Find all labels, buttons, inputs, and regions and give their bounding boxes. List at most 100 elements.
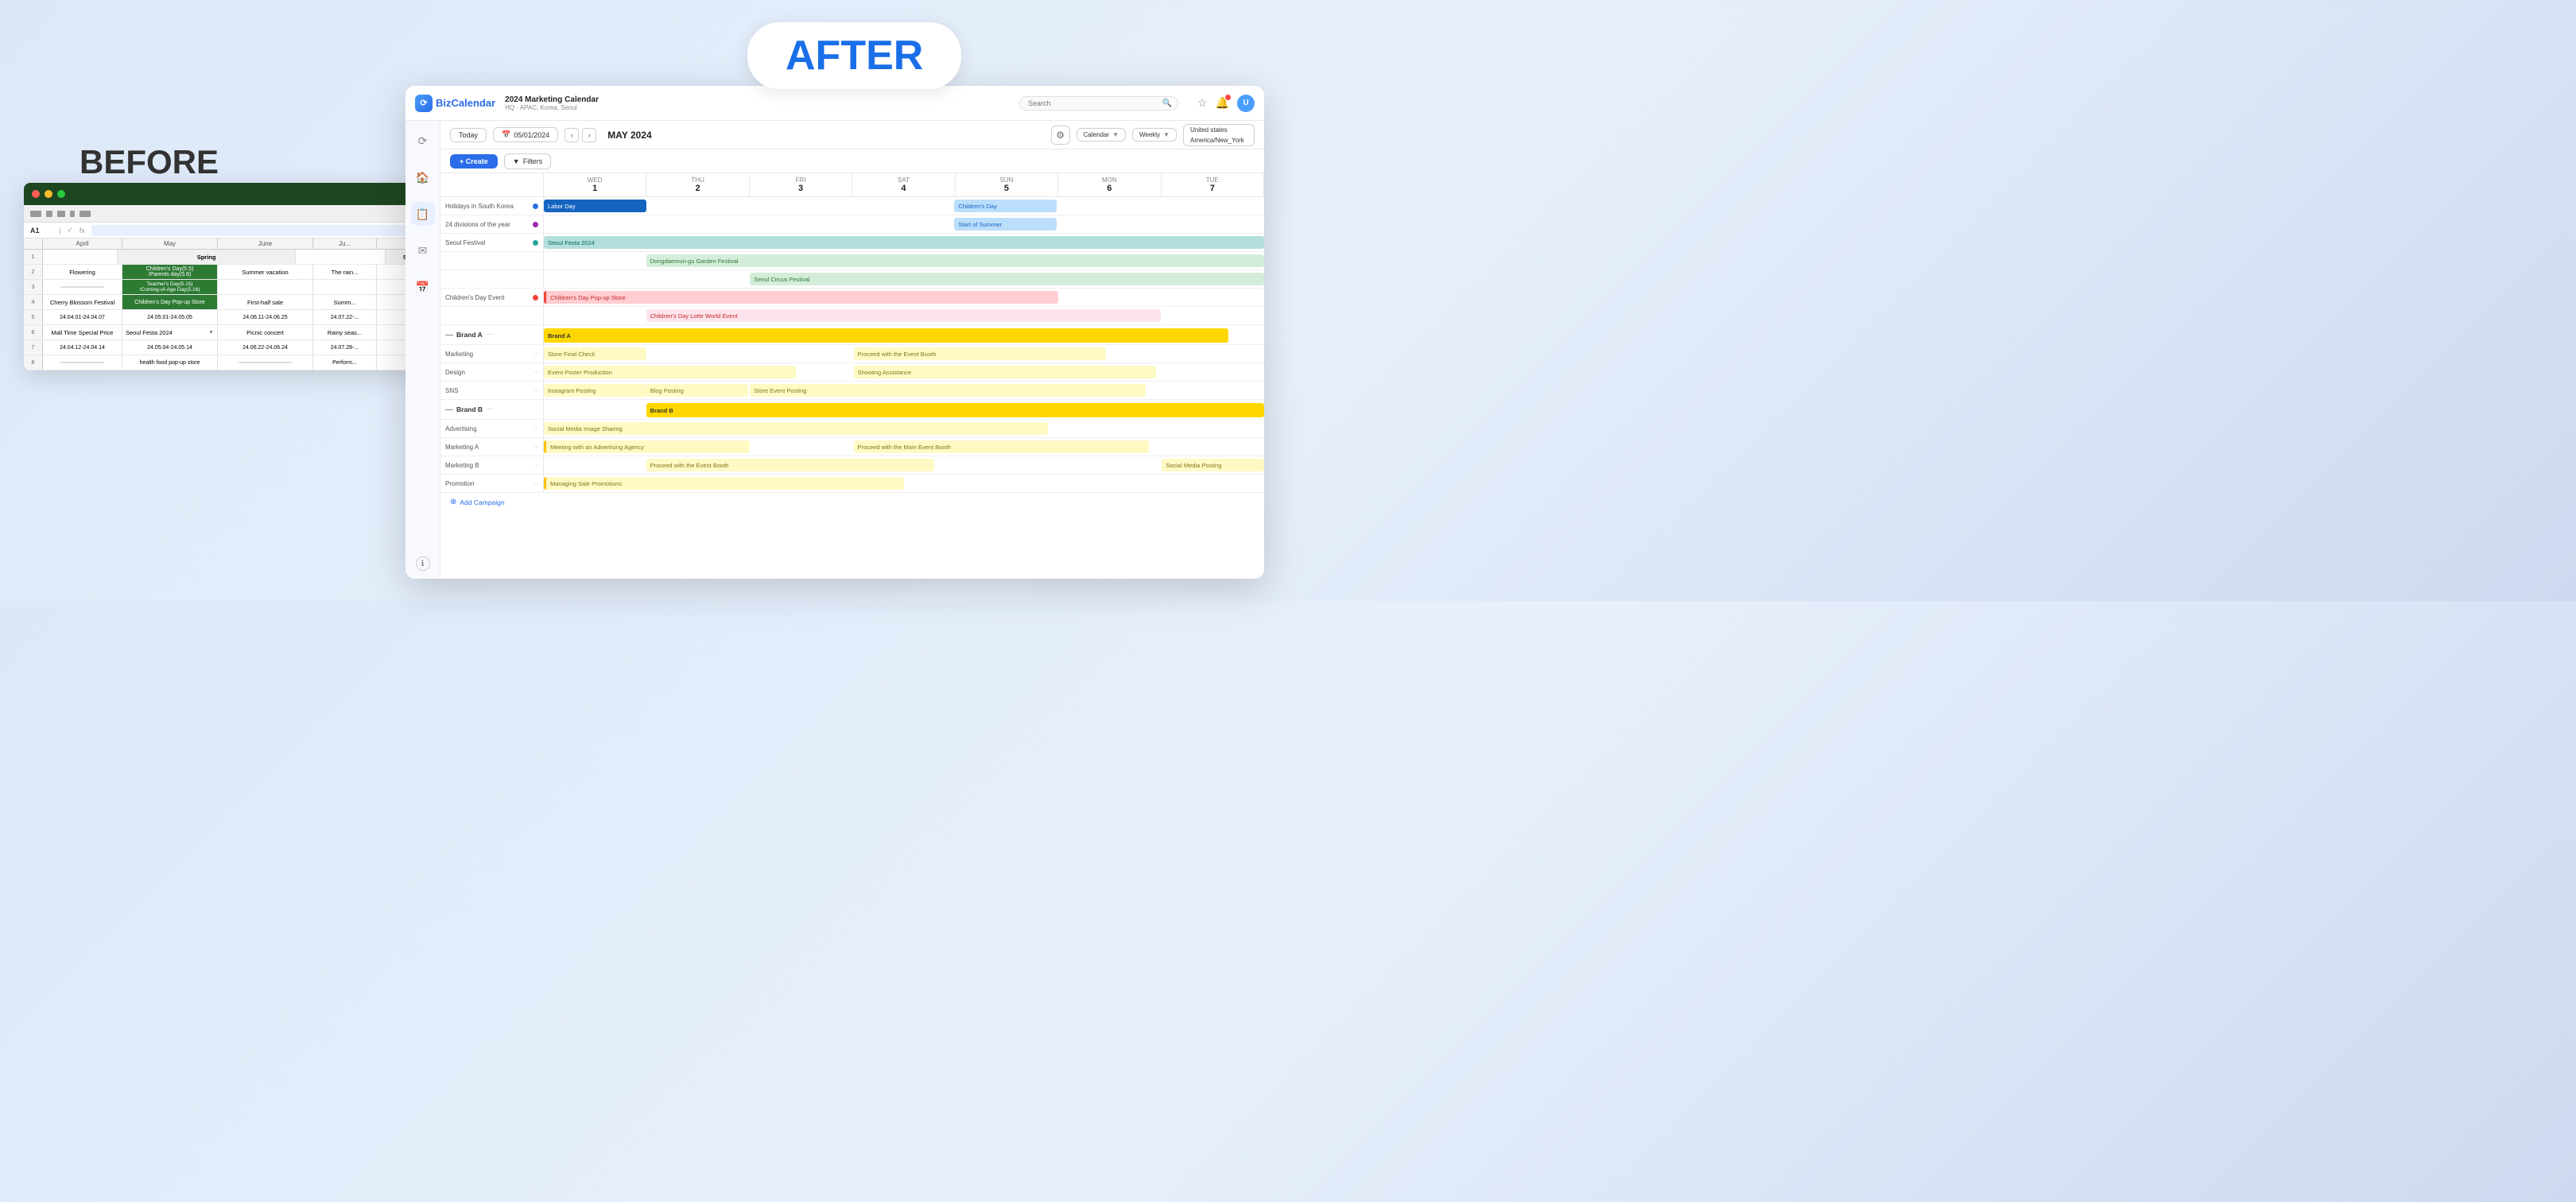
instagram-posting-event[interactable]: Instagram Posting xyxy=(544,384,646,397)
avatar[interactable]: U xyxy=(1237,95,1255,112)
cell-3a xyxy=(43,280,122,294)
info-icon[interactable]: ℹ xyxy=(416,556,430,571)
shooting-assistance-event[interactable]: Shooting Assistance xyxy=(854,366,1157,378)
app-body: ⟳ 🏠 📋 ✉ 📅 ℹ Today 📅 05/01/2024 ‹ › xyxy=(405,121,1264,579)
childrens-day-event[interactable]: Children's Day xyxy=(954,200,1057,212)
create-button[interactable]: + Create xyxy=(450,154,498,169)
brand-a-header-row: — Brand A ··· Brand A xyxy=(440,325,1264,345)
sns-label-cell: SNS ··· xyxy=(440,382,544,399)
col-header-may: May xyxy=(122,238,218,249)
day-header-wed: WED 1 xyxy=(544,173,646,196)
seoul-circus-event[interactable]: Seoul Circus Festival xyxy=(750,273,1264,285)
dongdaemun-event[interactable]: Dongdaemun-gu Garden Festival xyxy=(646,254,1264,267)
brand-b-section-label[interactable]: — Brand B ··· xyxy=(440,400,544,419)
sns-row: SNS ··· Instagram Posting Blog Posting S… xyxy=(440,382,1264,400)
labor-day-event[interactable]: Labor Day xyxy=(544,200,646,212)
advertising-row: Advertising ··· Social Media Image Shari… xyxy=(440,420,1264,438)
excel-spreadsheet: A1 | ✓ fx April May June Ju... 1 Spring … xyxy=(24,183,445,370)
proceed-event-booth-event[interactable]: Proceed with the Event Booth xyxy=(854,347,1106,360)
sidebar-icon-mail[interactable]: ✉ xyxy=(411,238,435,262)
holidays-label: Holidays in South Korea xyxy=(440,197,544,215)
childrens-popup-event[interactable]: Children's Day Pop-up Store xyxy=(544,291,1058,304)
marketing-label-cell: Marketing ··· xyxy=(440,345,544,363)
search-input[interactable] xyxy=(1019,96,1178,111)
cell-7d: 24.07.28-... xyxy=(313,340,377,355)
nav-arrows: ‹ › xyxy=(564,128,596,142)
seoul-festival-label: Seoul Festival xyxy=(440,234,544,251)
logo-icon: ⟳ xyxy=(415,95,433,112)
cell-8c xyxy=(218,355,313,370)
cell-spring: Spring xyxy=(118,250,297,264)
sidebar-icon-file[interactable]: 📋 xyxy=(411,202,435,226)
cell-8a xyxy=(43,355,122,370)
nav-next[interactable]: › xyxy=(582,128,596,142)
marketing-b-row: Marketing B ··· Proceed with the Event B… xyxy=(440,456,1264,475)
calendar-toolbar: Today 📅 05/01/2024 ‹ › MAY 2024 ⚙ Calend… xyxy=(440,121,1264,149)
brand-a-section-label[interactable]: — Brand A ··· xyxy=(440,325,544,344)
cell-4b: Children's Day Pop-up Store xyxy=(122,295,218,309)
month-title: MAY 2024 xyxy=(607,130,651,141)
col-header-april: April xyxy=(43,238,122,249)
divisions-row: 24 divisions of the year Start of Summer xyxy=(440,215,1264,234)
country-select[interactable]: United states America/New_York xyxy=(1183,124,1255,146)
star-icon[interactable]: ☆ xyxy=(1197,96,1208,110)
managing-sale-event[interactable]: Managing Sale Promotions xyxy=(544,477,904,490)
event-poster-event[interactable]: Event Poster Production xyxy=(544,366,796,378)
cell-7c: 24.06.22-24.06.24 xyxy=(218,340,313,355)
gear-button[interactable]: ⚙ xyxy=(1051,126,1070,145)
design-row: Design ··· Event Poster Production Shoot… xyxy=(440,363,1264,382)
search-area[interactable]: 🔍 xyxy=(1019,95,1178,111)
seoul-festa-event[interactable]: Seoul Festa 2024 xyxy=(544,236,1264,249)
meeting-agency-event[interactable]: Meeting with an Advertising Agency xyxy=(544,440,750,453)
cell-7a: 24.04.12-24.04.14 xyxy=(43,340,122,355)
seoul-festival-row: Seoul Festival Seoul Festa 2024 xyxy=(440,234,1264,252)
calendar-select[interactable]: Calendar ▼ xyxy=(1077,128,1126,142)
cell-3d xyxy=(313,280,377,294)
sidebar-icon-sync[interactable]: ⟳ xyxy=(411,129,435,153)
create-toolbar: + Create ▼ Filters xyxy=(440,149,1264,173)
day-header-mon: MON 6 xyxy=(1058,173,1161,196)
country-name: United states xyxy=(1190,126,1228,134)
blog-posting-event[interactable]: Blog Posting xyxy=(646,384,749,397)
marketing-row: Marketing ··· Store Final Check Proceed … xyxy=(440,345,1264,363)
sidebar-icon-home[interactable]: 🏠 xyxy=(411,165,435,189)
social-media-posting-event[interactable]: Social Media Posting xyxy=(1162,459,1264,471)
sidebar: ⟳ 🏠 📋 ✉ 📅 ℹ xyxy=(405,121,440,579)
cell-3b: Teacher's Day(5.15) /Coming-of-Age Day(5… xyxy=(122,280,218,294)
nav-prev[interactable]: ‹ xyxy=(564,128,579,142)
brand-b-bar[interactable]: Brand B xyxy=(646,403,1264,417)
notification-icon[interactable]: 🔔 xyxy=(1216,96,1229,110)
country-tz: America/New_York xyxy=(1190,137,1244,144)
marketing-a-label-cell: Marketing A ··· xyxy=(440,438,544,456)
app-header: ⟳ BizCalendar 2024 Marketing Calendar HQ… xyxy=(405,86,1264,121)
main-content: Today 📅 05/01/2024 ‹ › MAY 2024 ⚙ Calend… xyxy=(440,121,1264,579)
day-header-fri: FRI 3 xyxy=(750,173,852,196)
row-num-1: 1 xyxy=(24,250,43,264)
today-button[interactable]: Today xyxy=(450,128,487,142)
cell-2b: Children's Day(5.5) /Parents day(5.8) xyxy=(122,265,218,279)
app-logo: ⟳ BizCalendar xyxy=(415,95,495,112)
brand-b-collapse-icon[interactable]: — xyxy=(445,405,453,414)
brand-a-bar[interactable]: Brand A xyxy=(544,328,1228,343)
date-button[interactable]: 📅 05/01/2024 xyxy=(493,127,558,142)
filters-button[interactable]: ▼ Filters xyxy=(504,153,551,169)
cell-6b: Seoul Festa 2024 ▼ xyxy=(122,325,218,339)
store-final-check-event[interactable]: Store Final Check xyxy=(544,347,646,360)
header-icons: ☆ 🔔 U xyxy=(1197,95,1255,112)
proceed-main-event[interactable]: Proceed with the Main Event Booth xyxy=(854,440,1149,453)
marketing-b-proceed-event[interactable]: Proceed with the Event Booth xyxy=(646,459,934,471)
sidebar-icon-calendar[interactable]: 📅 xyxy=(411,275,435,299)
social-media-image-event[interactable]: Social Media Image Sharing xyxy=(544,422,1048,435)
start-of-summer-event[interactable]: Start of Summer xyxy=(954,218,1057,231)
cell-6c: Picnic concert xyxy=(218,325,313,339)
day-header-sun: SUN 5 xyxy=(956,173,1058,196)
header-subtitle: HQ · APAC, Korea, Seoul xyxy=(505,104,599,111)
store-event-posting-event[interactable]: Store Event Posting xyxy=(750,384,1146,397)
add-campaign-row[interactable]: ⊕ Add Campaign xyxy=(440,493,1264,511)
cell-3c xyxy=(218,280,313,294)
divisions-label: 24 divisions of the year xyxy=(440,215,544,233)
brand-a-collapse-icon[interactable]: — xyxy=(445,331,453,339)
weekly-select[interactable]: Weekly ▼ xyxy=(1132,128,1177,142)
childrens-lotte-event[interactable]: Children's Day Lotte World Event xyxy=(646,309,1161,322)
childrens-lotte-label xyxy=(440,307,544,324)
